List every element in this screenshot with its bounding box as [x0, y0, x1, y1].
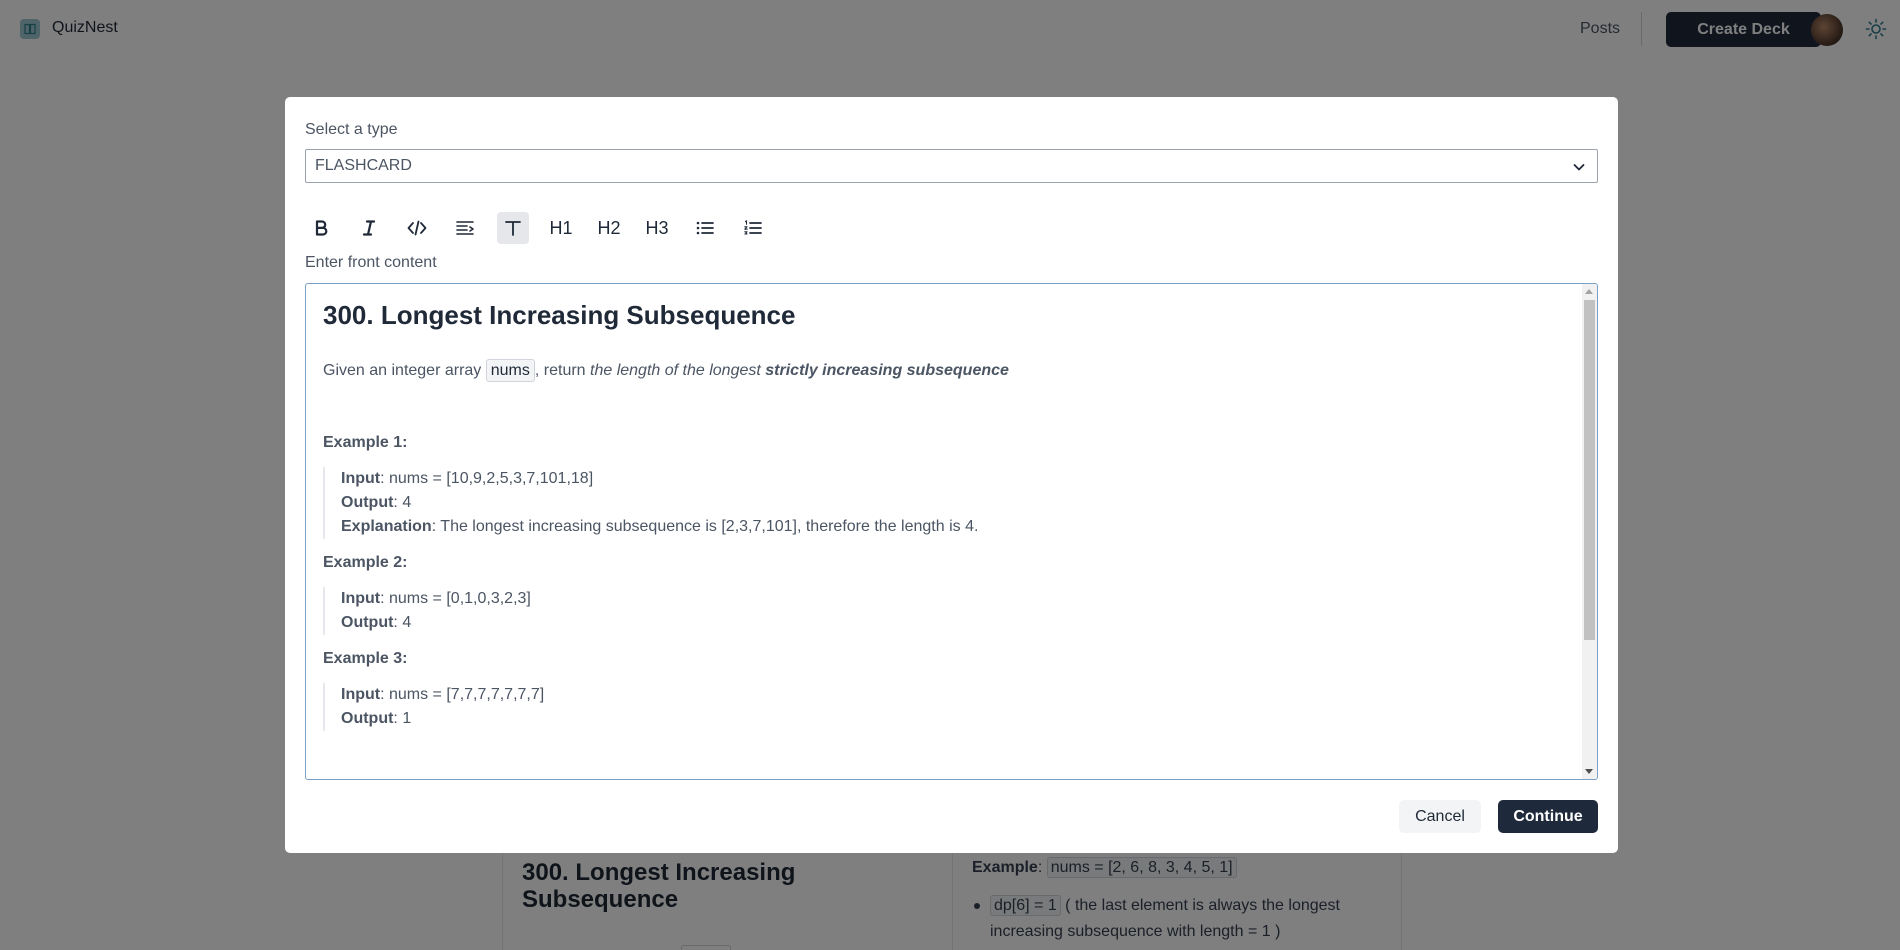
example-line: Input: nums = [0,1,0,3,2,3]	[341, 587, 531, 611]
line-value: : 4	[393, 494, 412, 511]
line-label: Explanation	[341, 518, 432, 535]
scroll-up-arrow-icon[interactable]	[1585, 289, 1593, 294]
line-label: Output	[341, 494, 394, 511]
type-select[interactable]: FLASHCARD	[305, 149, 1598, 183]
editor-content[interactable]: 300. Longest Increasing Subsequence Give…	[306, 284, 1574, 779]
code-button[interactable]	[401, 212, 433, 244]
ordered-list-icon	[744, 220, 762, 235]
line-label: Input	[341, 590, 381, 607]
line-value: : 1	[393, 710, 412, 727]
line-label: Input	[341, 470, 381, 487]
example-heading: Example 3:	[323, 650, 408, 667]
desc-text: Given an integer array	[323, 362, 486, 379]
line-label: Output	[341, 614, 394, 631]
example-line: Input: nums = [7,7,7,7,7,7,7]	[341, 683, 544, 707]
bullet-list-button[interactable]	[689, 212, 721, 244]
editor-scrollbar[interactable]	[1582, 284, 1597, 779]
scroll-down-arrow-icon[interactable]	[1585, 769, 1593, 774]
line-value: : nums = [10,9,2,5,3,7,101,18]	[380, 470, 594, 487]
ordered-list-button[interactable]	[737, 212, 769, 244]
h1-icon: H1	[549, 217, 573, 238]
type-label: Select a type	[305, 121, 398, 138]
bold-icon	[315, 220, 328, 236]
example-blockquote: Input: nums = [0,1,0,3,2,3] Output: 4	[323, 587, 531, 635]
example-blockquote: Input: nums = [7,7,7,7,7,7,7] Output: 1	[323, 683, 544, 731]
front-content-label: Enter front content	[305, 254, 437, 271]
desc-italic: the length of the longest	[590, 362, 766, 379]
line-value: : nums = [0,1,0,3,2,3]	[380, 590, 531, 607]
h3-icon: H3	[645, 217, 669, 238]
line-value: : 4	[393, 614, 412, 631]
inline-code: nums	[485, 359, 535, 382]
desc-bold-italic: strictly increasing subsequence	[765, 362, 1009, 379]
code-block-icon	[456, 221, 474, 235]
editor-toolbar: H1 H2 H3	[305, 212, 785, 244]
example-line: Output: 4	[341, 611, 531, 635]
example-line: Explanation: The longest increasing subs…	[341, 515, 978, 539]
code-block-button[interactable]	[449, 212, 481, 244]
bullet-list-icon	[696, 221, 714, 235]
scrollbar-thumb[interactable]	[1584, 300, 1595, 640]
editor-description: Given an integer array nums, return the …	[323, 359, 1009, 382]
editor-heading: 300. Longest Increasing Subsequence	[323, 300, 796, 330]
heading-1-button[interactable]: H1	[545, 212, 577, 244]
bold-button[interactable]	[305, 212, 337, 244]
example-line: Input: nums = [10,9,2,5,3,7,101,18]	[341, 467, 978, 491]
example-blockquote: Input: nums = [10,9,2,5,3,7,101,18] Outp…	[323, 467, 978, 539]
heading-2-button[interactable]: H2	[593, 212, 625, 244]
line-value: : The longest increasing subsequence is …	[431, 518, 979, 535]
chevron-down-icon	[1573, 164, 1585, 171]
front-content-editor[interactable]: 300. Longest Increasing Subsequence Give…	[305, 283, 1598, 780]
example-line: Output: 1	[341, 707, 544, 731]
continue-button[interactable]: Continue	[1498, 800, 1598, 833]
desc-text: , return	[534, 362, 591, 379]
type-select-value: FLASHCARD	[315, 157, 412, 174]
create-card-modal: Select a type FLASHCARD H1 H2 H3 Enter f…	[285, 97, 1618, 853]
cancel-button[interactable]: Cancel	[1399, 800, 1481, 833]
text-icon	[505, 221, 521, 236]
example-heading: Example 2:	[323, 554, 408, 571]
h2-icon: H2	[597, 217, 621, 238]
code-icon	[407, 220, 427, 236]
example-heading: Example 1:	[323, 434, 408, 451]
italic-button[interactable]	[353, 212, 385, 244]
italic-icon	[362, 220, 376, 236]
heading-3-button[interactable]: H3	[641, 212, 673, 244]
example-line: Output: 4	[341, 491, 978, 515]
line-label: Input	[341, 686, 381, 703]
line-label: Output	[341, 710, 394, 727]
paragraph-button[interactable]	[497, 212, 529, 244]
line-value: : nums = [7,7,7,7,7,7,7]	[380, 686, 545, 703]
